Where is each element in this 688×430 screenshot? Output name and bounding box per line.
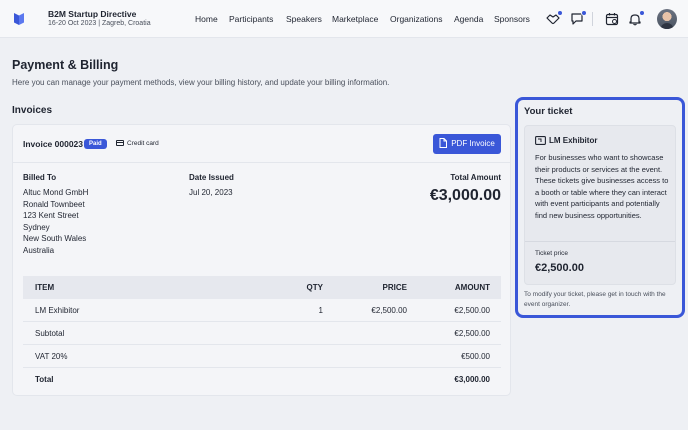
status-badge: Paid [84,139,107,149]
col-header-qty: QTY [306,283,323,292]
chat-notification-dot [581,10,587,16]
vat-value: €500.00 [461,352,490,361]
subtotal-value: €2,500.00 [454,329,490,338]
ticket-price-value: €2,500.00 [535,262,584,274]
vat-row: VAT 20% €500.00 [23,345,501,368]
nav-organizations[interactable]: Organizations [390,14,442,24]
col-header-amount: AMOUNT [454,283,490,292]
total-row: Total €3,000.00 [23,368,501,391]
ticket-price-label: Ticket price [535,250,568,257]
date-issued-value: Jul 20, 2023 [189,188,233,197]
page-description: Here you can manage your payment methods… [12,78,390,87]
ticket-name: LM Exhibitor [535,136,597,145]
chat-icon[interactable] [570,10,587,26]
pdf-invoice-label: PDF Invoice [451,139,495,148]
col-header-price: PRICE [382,283,407,292]
handshake-notification-dot [557,10,563,16]
ticket-modify-note: To modify your ticket, please get in tou… [524,291,666,308]
invoice-card: Invoice 000023 Paid Credit card PDF Invo… [12,124,511,396]
total-amount-value: €3,000.00 [429,187,501,204]
invoice-card-header: Invoice 000023 Paid Credit card PDF Invo… [13,125,510,163]
payment-method-label: Credit card [127,140,159,147]
col-header-item: ITEM [35,283,55,292]
nav-agenda[interactable]: Agenda [454,14,483,24]
date-issued-label: Date Issued [189,173,234,182]
invoice-items-table: ITEM QTY PRICE AMOUNT LM Exhibitor 1 €2,… [23,276,501,391]
total-value: €3,000.00 [454,375,490,384]
item-name: LM Exhibitor [35,306,80,315]
calendar-icon[interactable] [605,12,619,26]
ticket-name-label: LM Exhibitor [549,136,598,145]
document-icon [439,138,448,148]
table-header-row: ITEM QTY PRICE AMOUNT [23,276,501,299]
ticket-card: LM Exhibitor For businesses who want to … [524,125,676,285]
billed-to-line: Ronald Townbeet [23,199,85,209]
page-title: Payment & Billing [12,58,119,72]
item-amount: €2,500.00 [454,306,490,315]
invoice-number: Invoice 000023 [23,139,84,149]
handshake-icon[interactable] [546,10,563,26]
billed-to-address: Altuc Mond GmbH Ronald Townbeet 123 Kent… [23,188,88,257]
subtotal-label: Subtotal [35,329,65,338]
ticket-description: For businesses who want to showcase thei… [535,153,669,220]
table-row: LM Exhibitor 1 €2,500.00 €2,500.00 [23,299,501,322]
billed-to-line: Sydney [23,222,50,232]
bell-icon[interactable] [628,10,645,26]
nav-marketplace[interactable]: Marketplace [332,14,378,24]
vat-label: VAT 20% [35,352,68,361]
pdf-invoice-button[interactable]: PDF Invoice [433,134,501,154]
nav-home[interactable]: Home [195,14,218,24]
total-amount-label: Total Amount [450,173,501,182]
user-avatar[interactable] [657,9,677,29]
nav-sponsors[interactable]: Sponsors [494,14,530,24]
total-label: Total [35,375,54,384]
nav-participants[interactable]: Participants [229,14,273,24]
header-divider [592,12,593,26]
ticket-icon [535,136,546,145]
app-logo[interactable] [11,11,27,27]
payment-method: Credit card [116,139,159,149]
your-ticket-title: Your ticket [524,106,573,117]
billed-to-line: Altuc Mond GmbH [23,188,89,197]
credit-card-icon [116,140,124,147]
subtotal-row: Subtotal €2,500.00 [23,322,501,345]
invoices-section-title: Invoices [12,105,53,116]
your-ticket-panel: Your ticket LM Exhibitor For businesses … [515,97,685,318]
top-bar: B2M Startup Directive 16-20 Oct 2023 | Z… [0,0,688,38]
billed-to-line: 123 Kent Street [23,211,79,220]
billed-to-label: Billed To [23,173,57,182]
item-qty: 1 [318,306,323,315]
billed-to-line: New South Wales [23,234,87,243]
event-dates-location: 16-20 Oct 2023 | Zagreb, Croatia [48,20,151,27]
item-price: €2,500.00 [371,306,407,315]
bell-notification-dot [639,10,645,16]
nav-speakers[interactable]: Speakers [286,14,322,24]
billed-to-line: Australia [23,245,55,255]
ticket-divider [525,241,675,242]
event-name: B2M Startup Directive [48,9,137,19]
